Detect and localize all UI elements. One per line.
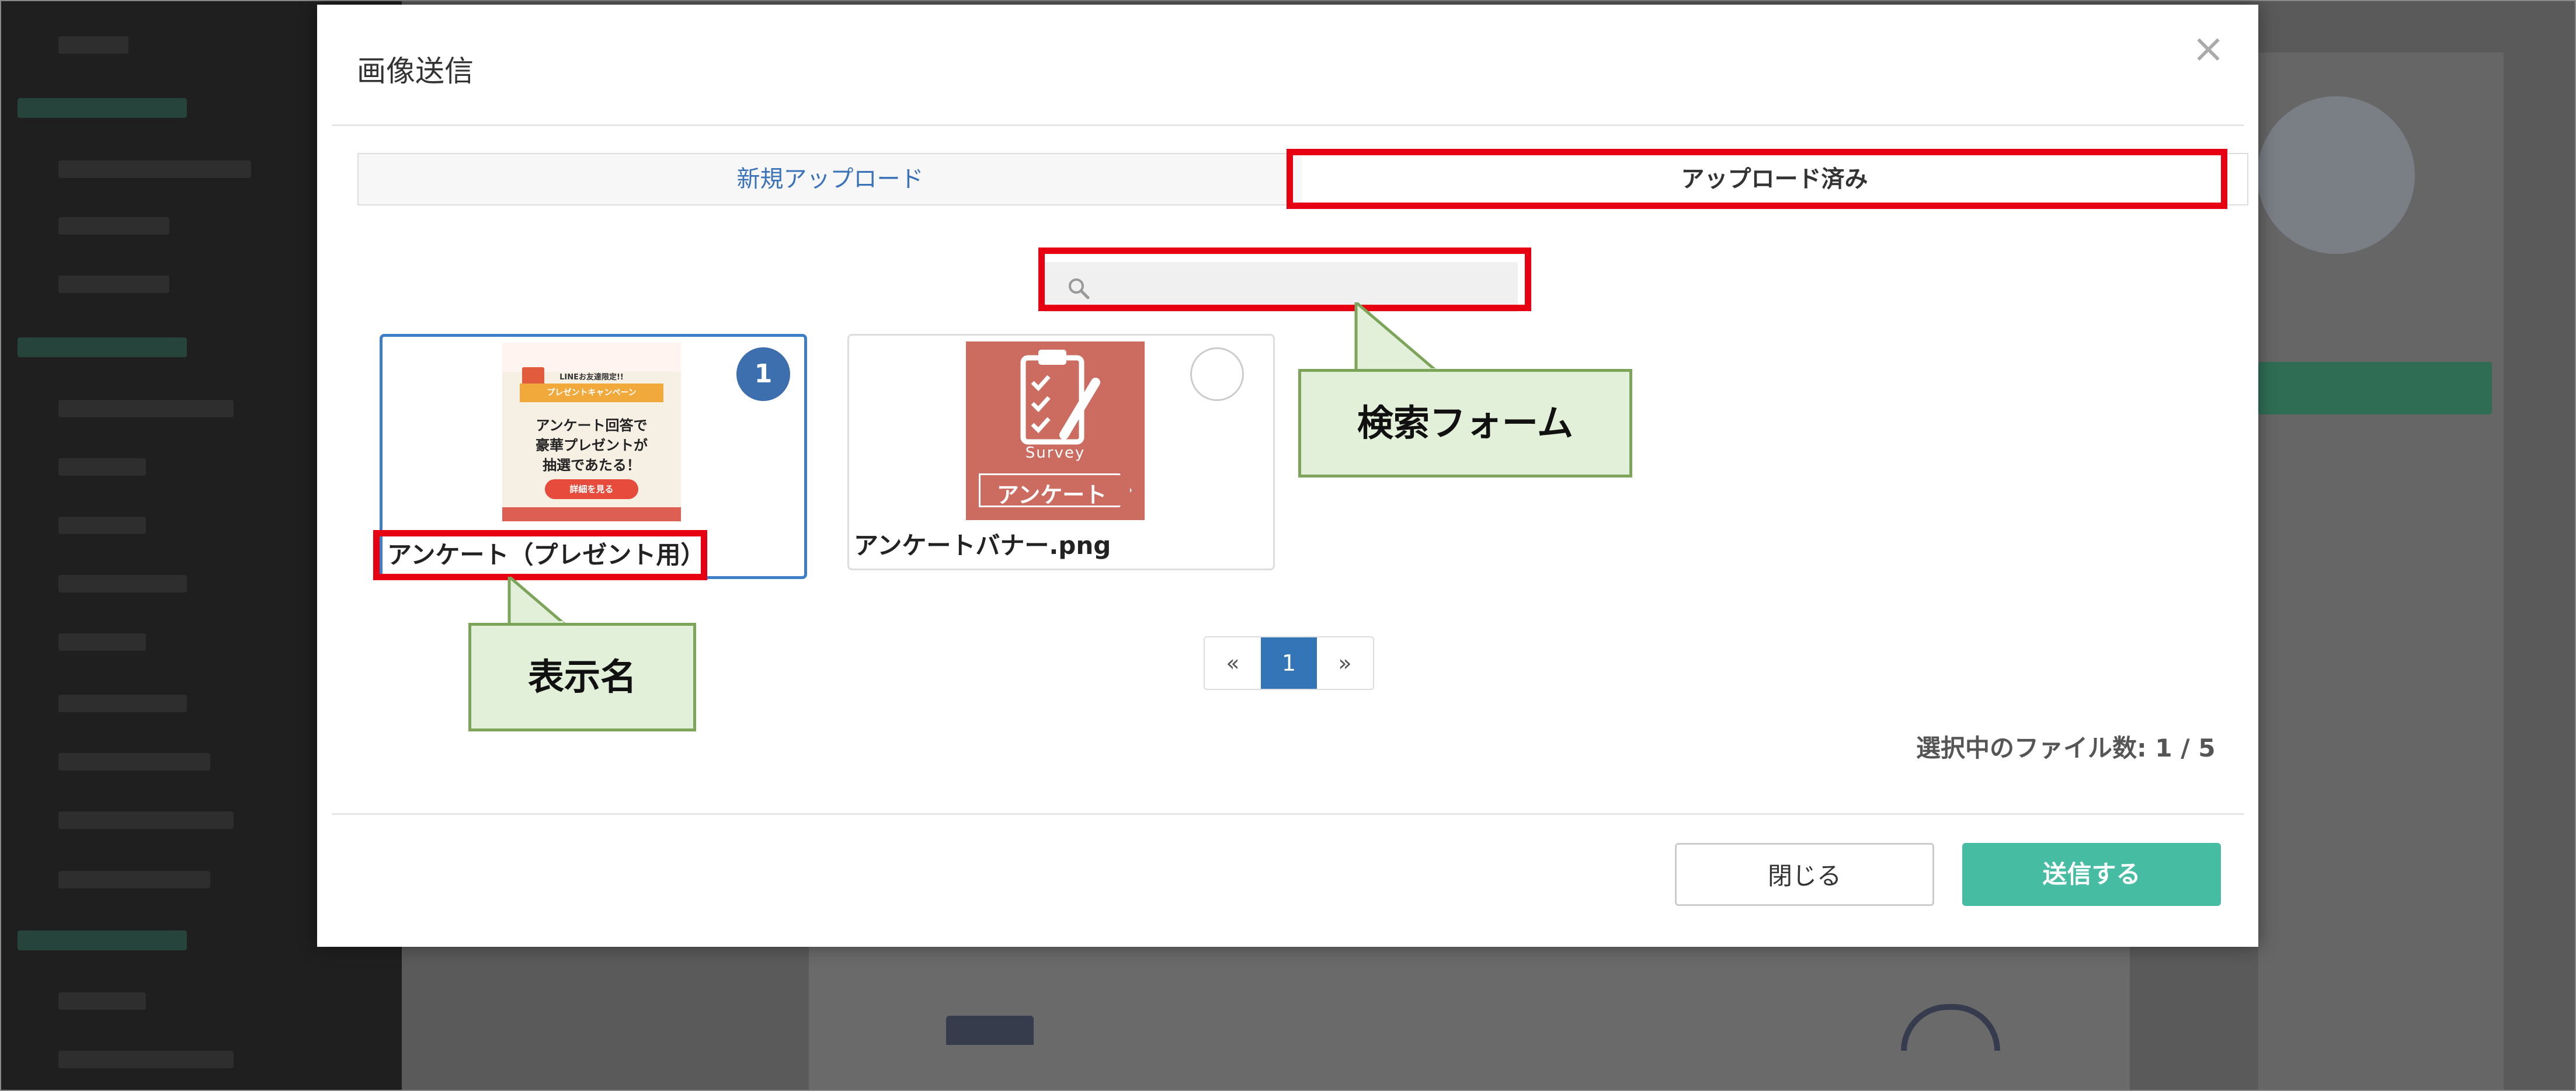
thumb-line1: アンケート回答で <box>536 417 648 434</box>
thumb-ribbon: プレゼントキャンペーン <box>520 384 663 402</box>
close-icon[interactable]: × <box>2192 29 2225 69</box>
thumb-label-text: アンケート <box>996 482 1107 508</box>
thumb-survey-text: Survey <box>1025 444 1086 462</box>
modal-title: 画像送信 <box>357 54 474 88</box>
tab-new-upload[interactable]: 新規アップロード <box>359 154 1302 204</box>
header-divider <box>332 124 2244 126</box>
selection-order-badge: 1 <box>736 347 790 401</box>
close-button[interactable]: 閉じる <box>1675 843 1934 906</box>
image-card[interactable]: Survey アンケート アンケートバナー.png <box>847 334 1275 570</box>
background-green-button <box>2258 362 2492 414</box>
pagination-page[interactable]: 1 <box>1261 637 1317 689</box>
survey-banner-thumbnail: Survey アンケート <box>966 341 1145 520</box>
thumb-line2: 豪華プレゼントが <box>536 437 648 454</box>
display-name-callout: 表示名 <box>468 623 696 731</box>
thumb-line3: 抽選であたる！ <box>543 457 641 473</box>
thumb-top-text: LINEお友達限定!! <box>559 373 624 382</box>
background-chart-bar <box>946 1016 1034 1045</box>
footer-divider <box>332 813 2244 815</box>
select-radio[interactable] <box>1190 347 1244 401</box>
send-button[interactable]: 送信する <box>1962 843 2221 906</box>
highlight-search-form <box>1038 248 1531 311</box>
highlight-uploaded-tab <box>1287 149 2227 209</box>
image-send-modal: 画像送信 × 新規アップロード アップロード済み LINEお友達限定!! プレゼ… <box>317 5 2258 947</box>
image-display-name: アンケートバナー.png <box>854 531 1111 560</box>
search-callout-pointer <box>1354 302 1444 375</box>
search-form-callout: 検索フォーム <box>1298 369 1632 477</box>
pagination: « 1 » <box>1204 636 1374 690</box>
background-avatar <box>2257 96 2415 254</box>
highlight-display-name <box>373 530 707 580</box>
pagination-prev[interactable]: « <box>1205 637 1261 689</box>
pagination-next[interactable]: » <box>1317 637 1373 689</box>
selected-file-count: 選択中のファイル数: 1 / 5 <box>1916 734 2216 762</box>
present-campaign-thumbnail: LINEお友達限定!! プレゼントキャンペーン アンケート回答で 豪華プレゼント… <box>502 343 681 521</box>
thumb-detail-button: 詳細を見る <box>545 479 638 499</box>
